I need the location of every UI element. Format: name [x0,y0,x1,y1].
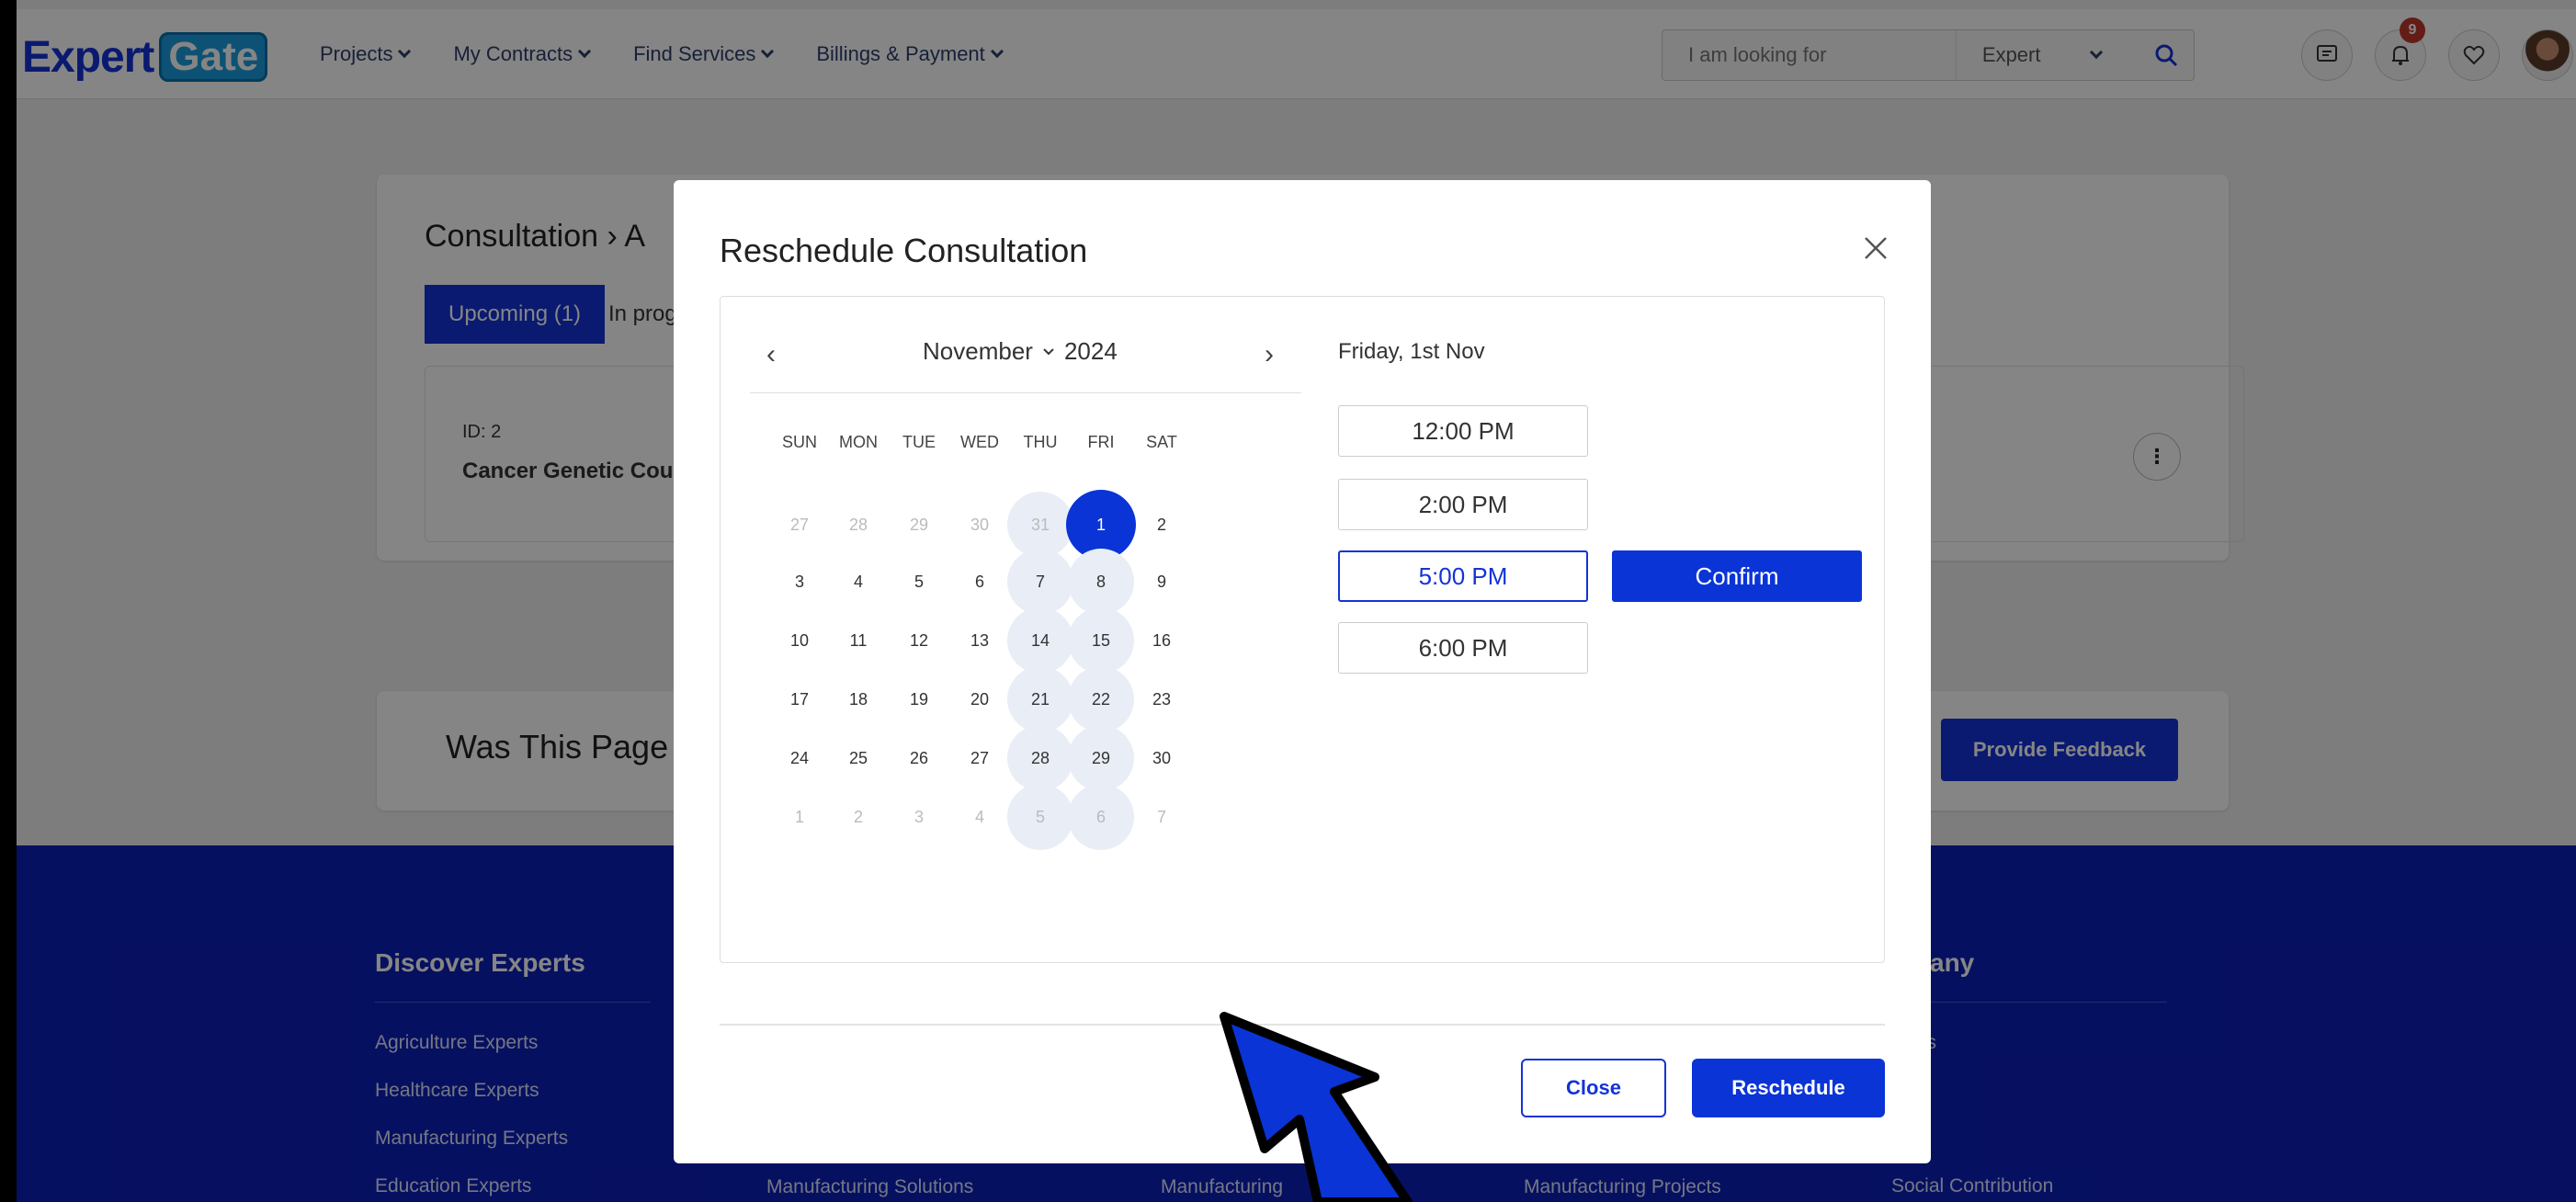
calendar-day[interactable]: 13 [947,607,1013,674]
calendar-day[interactable]: 2 [825,784,891,850]
calendar-day[interactable]: 16 [1129,607,1195,674]
time-slot[interactable]: 2:00 PM [1338,479,1588,530]
time-slot-selected[interactable]: 5:00 PM [1338,550,1588,602]
calendar-day[interactable]: 18 [825,666,891,732]
weekday-label: TUE [902,433,936,451]
calendar-day[interactable]: 4 [825,549,891,615]
calendar-day[interactable]: 30 [1129,725,1195,791]
calendar-day[interactable]: 4 [947,784,1013,850]
weekday-label: MON [839,433,878,451]
calendar-day[interactable]: 28 [1007,725,1073,791]
calendar-day[interactable]: 22 [1068,666,1134,732]
calendar-day[interactable]: 1 [766,784,833,850]
calendar-day[interactable]: 25 [825,725,891,791]
calendar-day[interactable]: 6 [947,549,1013,615]
calendar-header: ‹ November 2024 › [750,330,1301,376]
chevron-down-icon [1043,347,1054,355]
weekday-label: SUN [781,433,817,451]
close-icon[interactable] [1859,232,1892,265]
calendar-day[interactable]: 8 [1068,549,1134,615]
calendar-day[interactable]: 12 [886,607,952,674]
calendar-day[interactable]: 14 [1007,607,1073,674]
calendar-panel: ‹ November 2024 › SUN MON TUE WED THU FRI SAT 2… [720,296,1885,963]
calendar-day[interactable]: 15 [1068,607,1134,674]
calendar-day[interactable]: 26 [886,725,952,791]
calendar-day[interactable]: 11 [825,607,891,674]
time-slot[interactable]: 12:00 PM [1338,405,1588,457]
weekday-label: SAT [1146,433,1177,451]
month-label: November [923,337,1033,365]
calendar-day[interactable]: 10 [766,607,833,674]
month-year-selector[interactable]: November 2024 [923,337,1118,366]
weekday-label: FRI [1087,433,1115,451]
calendar-day[interactable]: 29 [1068,725,1134,791]
next-month-icon[interactable]: › [1265,341,1274,369]
year-label: 2024 [1063,337,1118,365]
time-slot[interactable]: 6:00 PM [1338,622,1588,674]
calendar-day[interactable]: 17 [766,666,833,732]
calendar-day[interactable]: 19 [886,666,952,732]
calendar-day[interactable]: 5 [1007,784,1073,850]
calendar-day[interactable]: 5 [886,549,952,615]
close-button[interactable]: Close [1521,1059,1666,1117]
selected-date-label: Friday, 1st Nov [1338,339,1485,364]
calendar-day[interactable]: 7 [1129,784,1195,850]
calendar-day[interactable]: 23 [1129,666,1195,732]
calendar-day[interactable]: 27 [947,725,1013,791]
calendar-day[interactable]: 3 [886,784,952,850]
pointer-arrow-icon [1220,1012,1413,1202]
calendar-day[interactable]: 21 [1007,666,1073,732]
calendar-day[interactable]: 7 [1007,549,1073,615]
modal-title: Reschedule Consultation [720,232,1088,269]
confirm-button[interactable]: Confirm [1612,550,1862,602]
weekday-label: WED [960,433,999,451]
calendar-day[interactable]: 6 [1068,784,1134,850]
calendar-day[interactable]: 3 [766,549,833,615]
calendar-day[interactable]: 9 [1129,549,1195,615]
weekday-label: THU [1023,433,1058,451]
prev-month-icon[interactable]: ‹ [766,341,776,369]
reschedule-button[interactable]: Reschedule [1692,1059,1885,1117]
calendar-day[interactable]: 20 [947,666,1013,732]
calendar-divider [750,392,1301,393]
calendar-day[interactable]: 24 [766,725,833,791]
